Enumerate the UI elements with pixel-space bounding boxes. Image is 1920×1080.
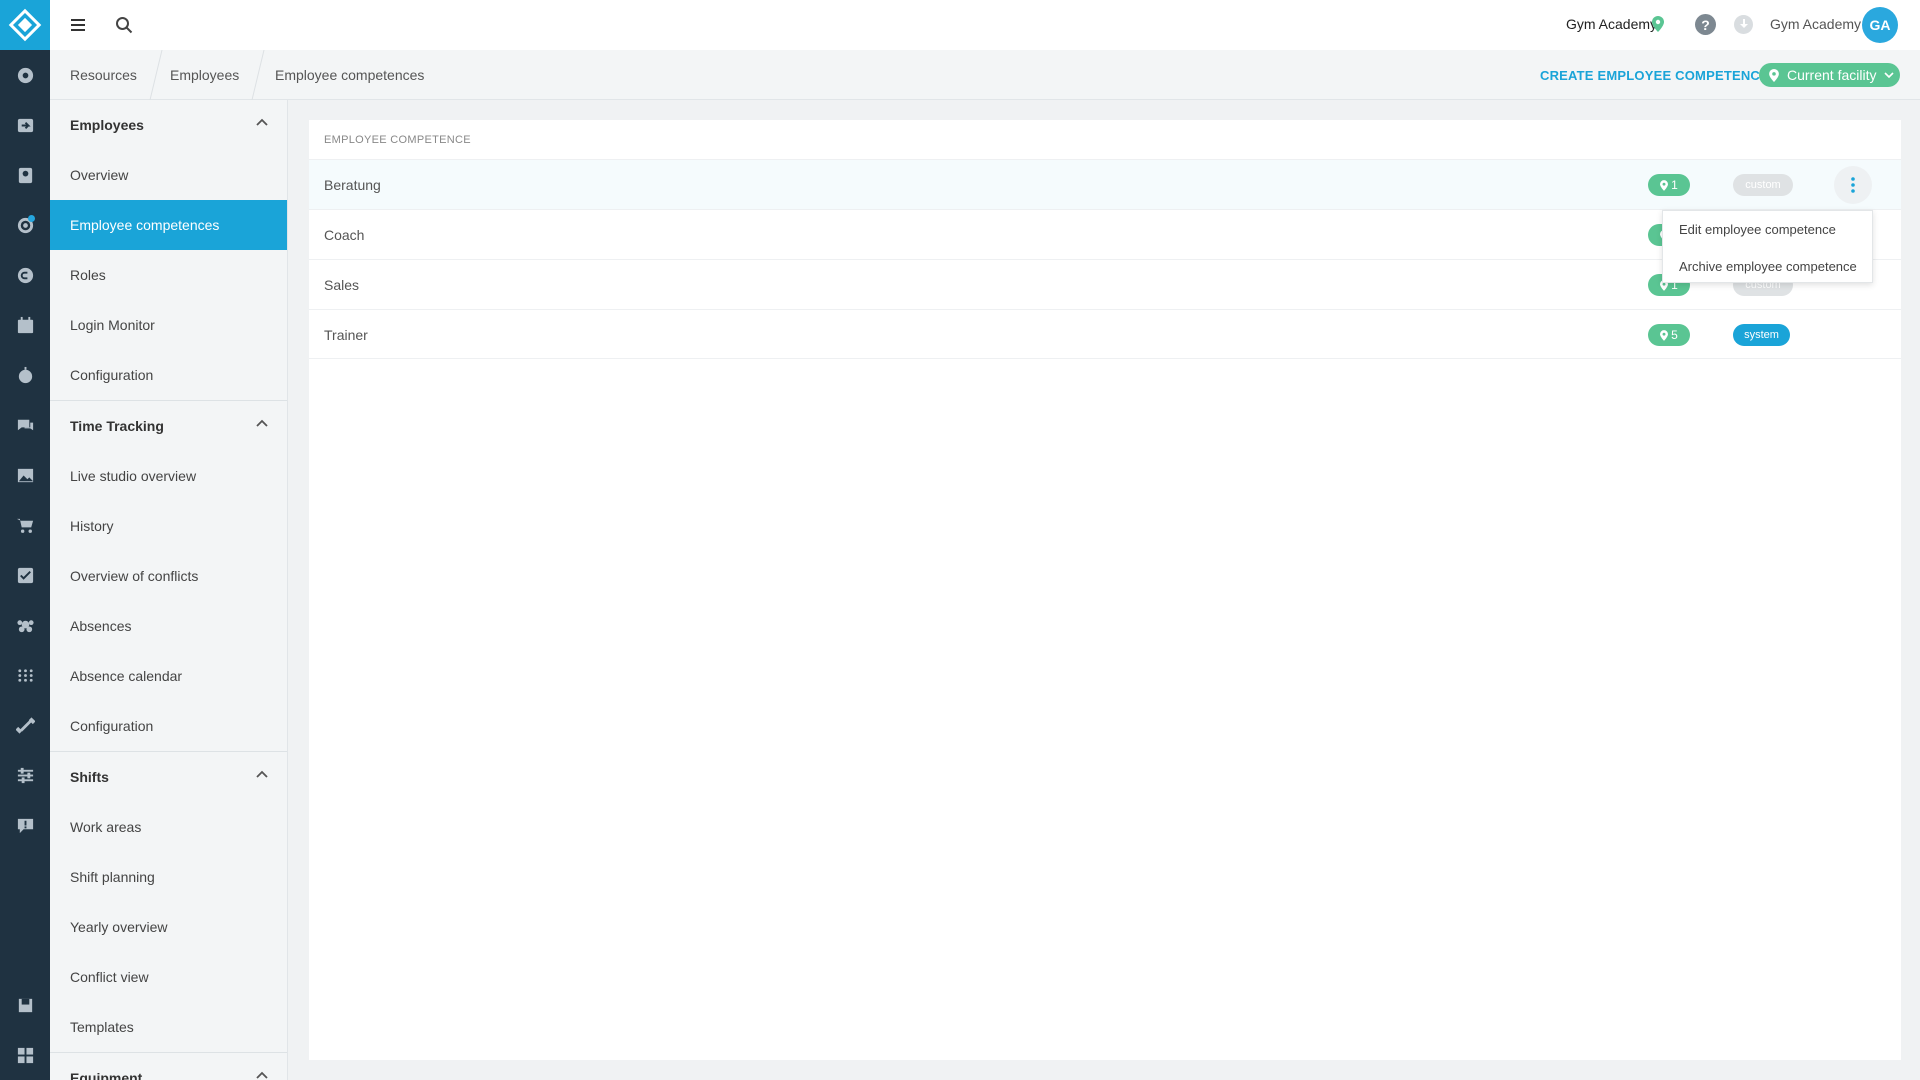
contacts-icon[interactable] (13, 163, 37, 187)
facility-count-badge: 5 (1648, 324, 1690, 346)
apps-icon[interactable] (13, 1043, 37, 1067)
facility-count: 1 (1671, 178, 1678, 192)
create-employee-competence-button[interactable]: CREATE EMPLOYEE COMPETENCE (1540, 68, 1769, 83)
sidebar-item-configuration[interactable]: Configuration (50, 701, 287, 751)
store-icon[interactable] (13, 993, 37, 1017)
check-in-icon[interactable] (13, 113, 37, 137)
sidebar-section-title: Time Tracking (70, 418, 164, 434)
sidebar-item-configuration[interactable]: Configuration (50, 350, 287, 400)
sidebar-item-yearly-overview[interactable]: Yearly overview (50, 902, 287, 952)
facility-count: 5 (1671, 328, 1678, 342)
chevron-up-icon (256, 1071, 268, 1079)
competence-name: Beratung (324, 177, 381, 193)
sidebar-section-title: Equipment (70, 1070, 143, 1080)
sidebar-item-employee-competences[interactable]: Employee competences (50, 200, 287, 250)
sidebar-item-live-studio-overview[interactable]: Live studio overview (50, 451, 287, 501)
location-pin-icon (1660, 329, 1669, 341)
competence-name: Coach (324, 227, 365, 243)
user-name[interactable]: Gym Academy (1770, 16, 1861, 32)
table-row[interactable]: Beratung 1 custom (309, 159, 1901, 209)
chat-icon[interactable] (13, 413, 37, 437)
sidebar-section-equipment[interactable]: Equipment (50, 1053, 287, 1080)
sidebar-section-time-tracking[interactable]: Time Tracking (50, 401, 287, 451)
archive-employee-competence-menu-item[interactable]: Archive employee competence (1679, 259, 1857, 274)
equipment-icon[interactable] (13, 713, 37, 737)
tasks-icon[interactable] (13, 563, 37, 587)
sidebar-item-work-areas[interactable]: Work areas (50, 802, 287, 852)
sidebar-item-shift-planning[interactable]: Shift planning (50, 852, 287, 902)
support-icon[interactable] (13, 813, 37, 837)
settings-sliders-icon[interactable] (13, 763, 37, 787)
table-row[interactable]: Trainer 5 system (309, 309, 1901, 359)
breadcrumb-separator (248, 49, 268, 101)
location-pin-icon (1660, 179, 1669, 191)
type-badge: custom (1733, 174, 1793, 196)
image-icon[interactable] (13, 463, 37, 487)
sidebar-item-login-monitor[interactable]: Login Monitor (50, 300, 287, 350)
location-pin-icon (1769, 68, 1779, 82)
sidebar-item-history[interactable]: History (50, 501, 287, 551)
logo-icon (8, 8, 42, 42)
location-pin-icon (1652, 16, 1664, 35)
app-logo[interactable] (0, 0, 50, 50)
sidebar-section-employees[interactable]: Employees (50, 100, 287, 150)
notification-dot (28, 215, 35, 222)
current-facility-dropdown[interactable]: Current facility (1759, 63, 1900, 87)
breadcrumb: Resources Employees Employee competences… (50, 49, 1920, 101)
sidebar-section-title: Employees (70, 117, 144, 133)
breadcrumb-employees[interactable]: Employees (170, 67, 239, 83)
cart-icon[interactable] (13, 513, 37, 537)
dashboard-icon[interactable] (13, 63, 37, 87)
breadcrumb-separator (146, 49, 166, 101)
sidebar-item-roles[interactable]: Roles (50, 250, 287, 300)
sidebar-item-overview-of-conflicts[interactable]: Overview of conflicts (50, 551, 287, 601)
sidebar-item-absence-calendar[interactable]: Absence calendar (50, 651, 287, 701)
top-bar: Gym Academy ? Gym Academy GA (50, 0, 1920, 50)
sidebar-section-shifts[interactable]: Shifts (50, 752, 287, 802)
employees-icon[interactable] (13, 613, 37, 637)
chevron-up-icon (256, 419, 268, 427)
more-actions-icon[interactable] (1834, 166, 1872, 204)
download-icon[interactable] (1734, 15, 1753, 34)
finance-icon[interactable] (13, 263, 37, 287)
breadcrumb-employee-competences: Employee competences (275, 67, 425, 83)
facility-name[interactable]: Gym Academy (1566, 16, 1657, 32)
sidebar-item-conflict-view[interactable]: Conflict view (50, 952, 287, 1002)
competence-name: Sales (324, 277, 360, 293)
calendar-icon[interactable] (13, 313, 37, 337)
help-icon[interactable]: ? (1695, 14, 1716, 35)
facility-count-badge: 1 (1648, 174, 1690, 196)
analytics-icon[interactable] (13, 663, 37, 687)
sidebar-item-absences[interactable]: Absences (50, 601, 287, 651)
current-facility-label: Current facility (1787, 67, 1877, 83)
competence-name: Trainer (324, 327, 368, 343)
timer-icon[interactable] (13, 363, 37, 387)
table-header: EMPLOYEE COMPETENCE (324, 134, 471, 146)
chevron-up-icon (256, 118, 268, 126)
app-rail (0, 0, 50, 1080)
row-actions-menu: Edit employee competence Archive employe… (1662, 210, 1873, 283)
sidebar-item-overview[interactable]: Overview (50, 150, 287, 200)
breadcrumb-resources[interactable]: Resources (70, 67, 137, 83)
sidebar-item-templates[interactable]: Templates (50, 1002, 287, 1052)
avatar[interactable]: GA (1862, 7, 1898, 43)
type-badge: system (1733, 324, 1790, 346)
sidebar: Employees Overview Employee competences … (50, 100, 288, 1080)
hamburger-menu-icon[interactable] (67, 14, 89, 36)
edit-employee-competence-menu-item[interactable]: Edit employee competence (1679, 222, 1836, 237)
chevron-down-icon (1884, 72, 1895, 78)
search-icon[interactable] (112, 13, 136, 37)
chevron-up-icon (256, 770, 268, 778)
sidebar-section-title: Shifts (70, 769, 109, 785)
